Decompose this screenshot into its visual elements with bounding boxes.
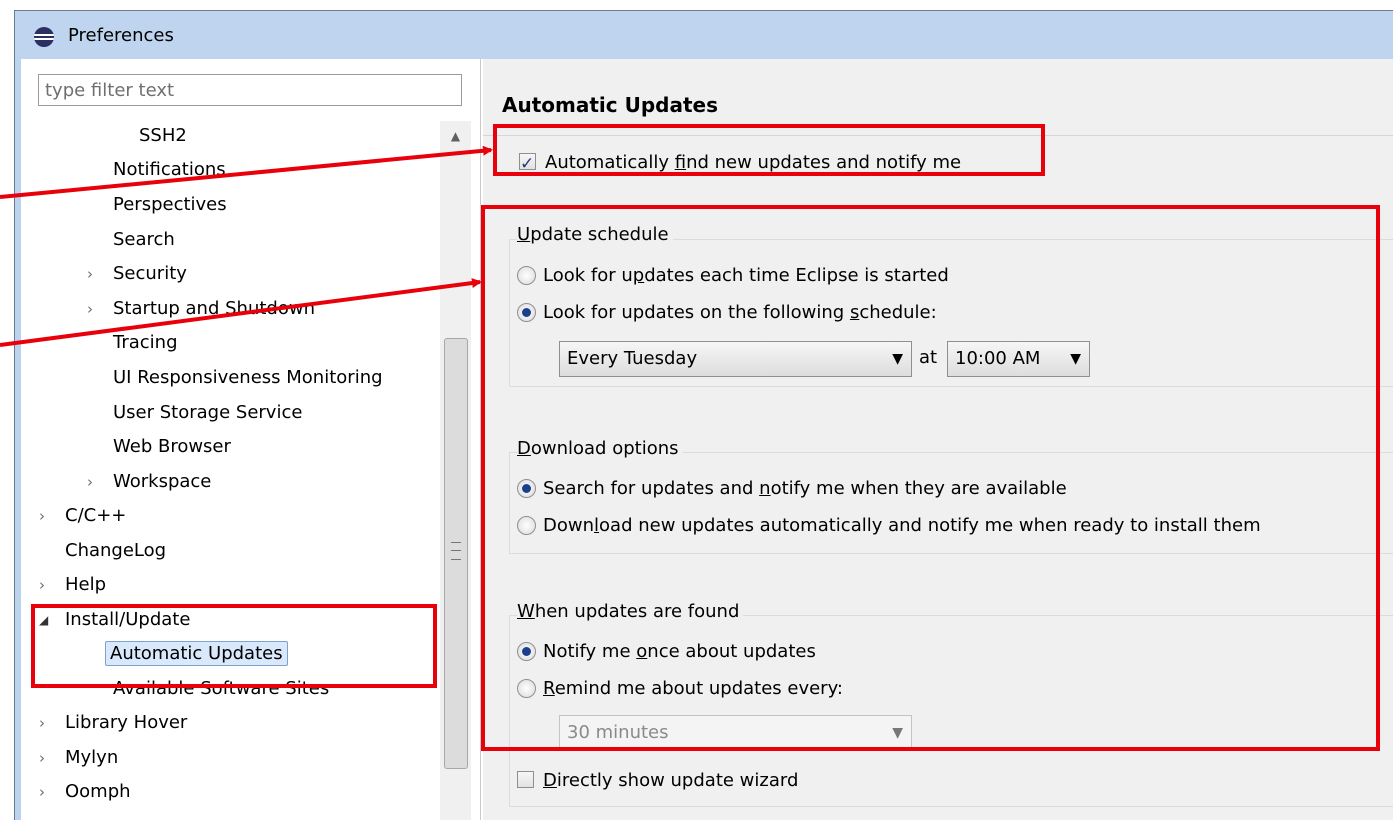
- eclipse-icon: [34, 27, 54, 47]
- preference-tree-panel: SSH2 Notifications Perspectives Search ›…: [21, 59, 481, 820]
- chevron-right-icon[interactable]: ›: [39, 706, 45, 740]
- filter-input[interactable]: [38, 74, 462, 106]
- tree-item-help[interactable]: › Help: [39, 568, 110, 602]
- chevron-right-icon[interactable]: ›: [39, 568, 45, 602]
- grip-icon: [451, 542, 461, 560]
- tree-item-ssh2[interactable]: SSH2: [135, 119, 191, 153]
- chevron-right-icon[interactable]: ›: [87, 292, 93, 326]
- highlight-automatic-updates: [31, 604, 437, 688]
- tree-item-perspectives[interactable]: Perspectives: [109, 188, 231, 222]
- tree-item-tracing[interactable]: Tracing: [109, 326, 182, 360]
- tree-item-changelog[interactable]: ChangeLog: [61, 534, 170, 568]
- chevron-right-icon[interactable]: ›: [87, 465, 93, 499]
- tree-item-library-hover[interactable]: › Library Hover: [39, 706, 191, 740]
- tree-item-notifications[interactable]: Notifications: [109, 153, 230, 187]
- tree-item-mylyn[interactable]: › Mylyn: [39, 741, 122, 775]
- highlight-options: [481, 205, 1380, 751]
- tree-item-web-browser[interactable]: Web Browser: [109, 430, 235, 464]
- title-bar: Preferences: [15, 11, 1393, 61]
- window-title: Preferences: [68, 25, 174, 46]
- tree-item-security[interactable]: › Security: [87, 257, 191, 291]
- tree-item-cpp[interactable]: › C/C++: [39, 499, 130, 533]
- tree-item-oomph[interactable]: › Oomph: [39, 775, 135, 809]
- chevron-right-icon[interactable]: ›: [39, 499, 45, 533]
- tree-item-user-storage[interactable]: User Storage Service: [109, 396, 306, 430]
- tree-item-search[interactable]: Search: [109, 223, 179, 257]
- scroll-up-icon[interactable]: ▲: [440, 121, 471, 151]
- chevron-right-icon[interactable]: ›: [39, 741, 45, 775]
- show-wizard-checkbox[interactable]: [517, 771, 534, 788]
- scrollbar-thumb[interactable]: [444, 338, 468, 769]
- tree-scrollbar[interactable]: ▲: [440, 121, 471, 820]
- tree-item-startup[interactable]: › Startup and Shutdown: [87, 292, 319, 326]
- highlight-auto-find: [493, 124, 1045, 176]
- tree-item-workspace[interactable]: › Workspace: [87, 465, 215, 499]
- tree-item-ui-responsiveness[interactable]: UI Responsiveness Monitoring: [109, 361, 387, 395]
- chevron-right-icon[interactable]: ›: [39, 775, 45, 809]
- page-title: Automatic Updates: [502, 93, 718, 117]
- chevron-right-icon[interactable]: ›: [87, 257, 93, 291]
